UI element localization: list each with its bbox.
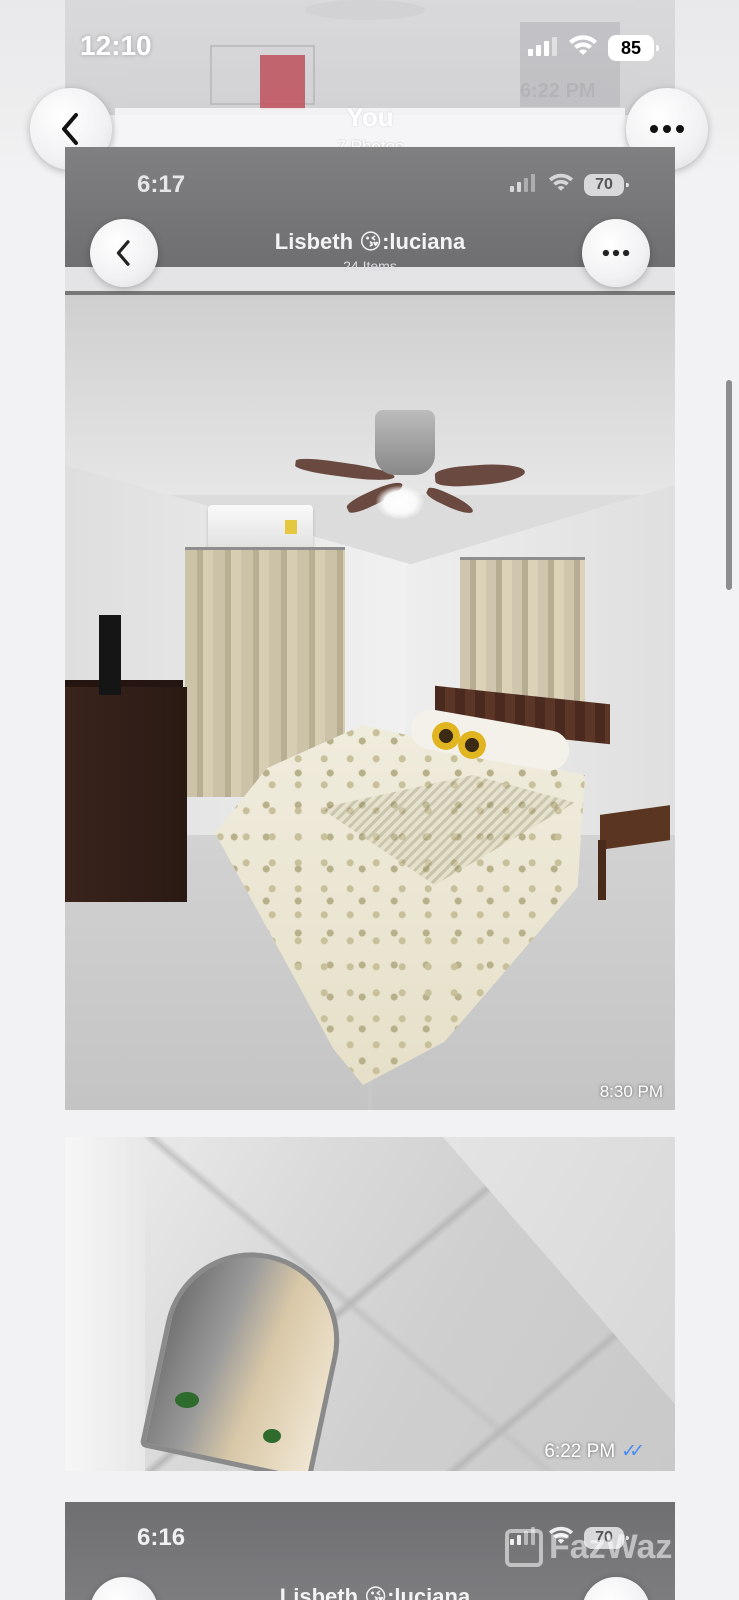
inner-back-button: [90, 1577, 158, 1600]
screenshot-card[interactable]: 6:17 70 Lisbeth 😘:luciana 24 Items 8:30 …: [65, 147, 675, 1110]
status-time: 12:10: [80, 30, 152, 61]
cellular-signal-icon: [528, 36, 558, 61]
ceiling: [65, 295, 675, 495]
plant: [263, 1429, 281, 1443]
inner-more-button: [582, 1577, 650, 1600]
inner-status-icons: 70: [510, 173, 629, 198]
watermark-text: FazWaz: [549, 1528, 673, 1566]
chevron-left-icon: [116, 240, 130, 266]
bathroom-photo[interactable]: 6:22 PM ✓✓: [65, 1137, 675, 1471]
fan-light: [375, 485, 425, 520]
inner-status-time: 6:17: [137, 171, 186, 198]
double-check-icon: ✓✓: [621, 1441, 645, 1462]
television: [99, 615, 121, 695]
watermark: FazWaz: [505, 1528, 672, 1567]
inner-more-button: [582, 219, 650, 287]
page-title: You: [346, 102, 394, 132]
plant: [175, 1392, 199, 1408]
battery-indicator: 85: [608, 35, 659, 61]
bedroom-photo[interactable]: 8:30 PM: [65, 295, 675, 1110]
inner-status-time: 6:16: [137, 1524, 186, 1551]
fazwaz-logo-icon: [505, 1528, 543, 1567]
air-conditioner: [208, 505, 313, 550]
ellipsis-icon: [602, 249, 630, 257]
ellipsis-icon: [650, 125, 684, 133]
cellular-signal-icon: [510, 173, 538, 197]
photo-timestamp: 6:22 PM: [544, 1440, 616, 1462]
sunflower-pillow: [458, 731, 486, 759]
scrollbar[interactable]: [726, 380, 732, 590]
chevron-left-icon: [62, 113, 78, 145]
battery-indicator: 70: [584, 174, 629, 196]
faded-timestamp: 6:22 PM: [520, 80, 596, 102]
ceiling-fan: [375, 410, 435, 475]
inner-chat-title: Lisbeth 😘:luciana: [279, 1584, 471, 1600]
wifi-icon: [548, 173, 574, 198]
photo-meta: 6:22 PM ✓✓: [544, 1440, 645, 1463]
inner-chat-title: Lisbeth 😘:luciana: [274, 229, 466, 254]
sunflower-pillow: [432, 722, 460, 750]
side-table-leg: [598, 840, 606, 900]
inner-back-button: [90, 219, 158, 287]
faded-fan: [305, 0, 425, 20]
status-icons: 85: [528, 34, 659, 62]
wifi-icon: [568, 34, 598, 62]
ac-label-sticker: [285, 520, 297, 534]
dresser: [65, 687, 187, 902]
inner-chat-subtitle: 24 Items: [343, 258, 397, 274]
photo-timestamp: 8:30 PM: [599, 1082, 663, 1101]
door-frame: [65, 1137, 145, 1471]
